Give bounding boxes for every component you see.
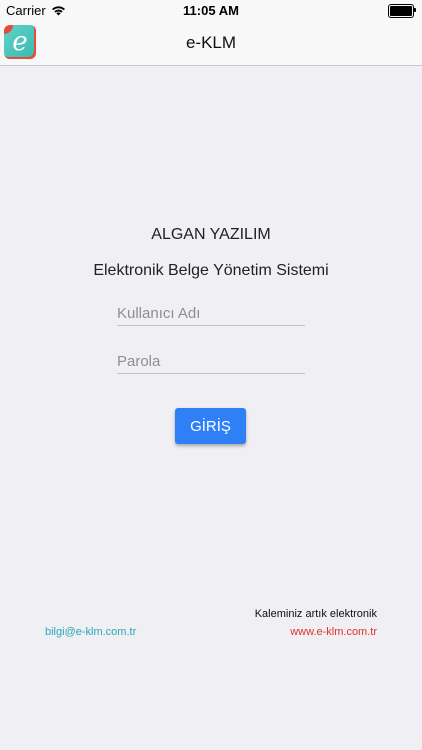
website-link[interactable]: www.e-klm.com.tr: [290, 626, 377, 638]
email-link[interactable]: bilgi@e-klm.com.tr: [45, 626, 136, 638]
battery-icon: [388, 4, 416, 18]
status-bar: Carrier 11:05 AM: [0, 0, 422, 22]
password-input[interactable]: [117, 349, 305, 374]
username-input[interactable]: [117, 301, 305, 326]
login-button[interactable]: GİRİŞ: [175, 408, 246, 444]
battery-fill: [390, 6, 412, 16]
app-subtitle: Elektronik Belge Yönetim Sistemi: [93, 262, 329, 279]
company-name: ALGAN YAZILIM: [151, 226, 271, 243]
status-right: [388, 4, 416, 18]
status-time: 11:05 AM: [183, 3, 239, 18]
nav-bar: e e-KLM: [0, 22, 422, 66]
nav-title: e-KLM: [185, 33, 237, 52]
footer-tagline: Kaleminiz artık elektronik: [254, 608, 377, 620]
